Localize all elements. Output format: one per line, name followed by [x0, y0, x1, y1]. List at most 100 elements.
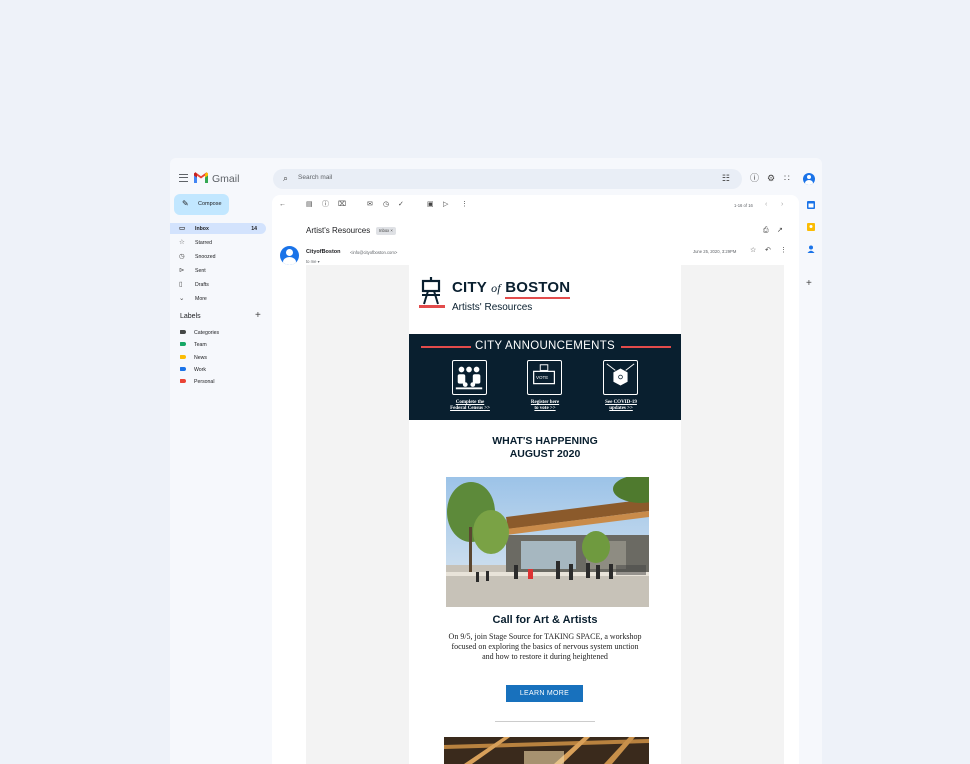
- sidebar-item-label: Sent: [195, 268, 206, 274]
- print-icon[interactable]: ⎙: [763, 227, 769, 235]
- announcements-banner: CITY ANNOUNCEMENTS VOTE Complete the Fed…: [409, 334, 681, 420]
- whats-happening-heading: WHAT'S HAPPENING AUGUST 2020: [409, 435, 681, 461]
- label-name: Work: [194, 367, 207, 373]
- sidebar-item-snoozed[interactable]: ◷ Snoozed: [170, 251, 266, 262]
- add-addon-icon[interactable]: +: [806, 278, 812, 289]
- older-chevron-icon[interactable]: ›: [781, 201, 783, 209]
- link-line: Federal Census >>: [450, 406, 490, 411]
- more-vert-icon[interactable]: ⋮: [780, 247, 787, 255]
- label-name: Personal: [194, 379, 215, 385]
- title-city: CITY: [452, 279, 487, 296]
- register-vote-link[interactable]: Register here to vote >>: [515, 400, 575, 412]
- email-content: CITY of BOSTON Artists' Resources CITY A…: [409, 265, 681, 764]
- sidebar-item-label: Drafts: [195, 282, 209, 288]
- label-name: Team: [194, 342, 207, 348]
- city-of-boston-easel-icon: [419, 277, 445, 308]
- covid-box-icon[interactable]: [603, 360, 638, 395]
- unread-count: 14: [251, 226, 257, 232]
- back-arrow-icon[interactable]: ←: [279, 201, 286, 209]
- message-pane: ← ▤ ⓘ ⌧ ✉ ◷ ✓ ▣ ▷ ⋮ 1-16 of 16 ‹ › Artis…: [272, 195, 799, 764]
- label-tag-icon: [180, 367, 186, 371]
- sidebar-item-drafts[interactable]: ▯ Drafts: [170, 279, 266, 290]
- workshop-photo: [444, 737, 649, 764]
- inbox-label-chip[interactable]: Inbox ×: [376, 227, 396, 235]
- message-date: June 25, 2020, 3:29PM: [693, 249, 737, 254]
- snooze-icon[interactable]: ◷: [383, 201, 389, 209]
- link-line: See COVID-19: [605, 400, 637, 405]
- more-vert-icon[interactable]: ⋮: [461, 201, 468, 209]
- section-divider: [495, 721, 595, 722]
- calendar-icon[interactable]: [807, 201, 815, 209]
- move-to-icon[interactable]: ▣: [427, 201, 434, 209]
- heading-line: WHAT'S HAPPENING: [492, 435, 598, 447]
- vote-badge: VOTE: [536, 375, 549, 380]
- apps-grid-icon[interactable]: ∷: [784, 173, 790, 183]
- recipient-details[interactable]: to me ▾: [306, 259, 320, 264]
- search-options-icon[interactable]: ☷: [722, 173, 730, 184]
- call-for-art-description: On 9/5, join Stage Source for TAKING SPA…: [448, 632, 642, 661]
- census-people-icon[interactable]: [452, 360, 487, 395]
- learn-more-button[interactable]: LEARN MORE: [506, 685, 583, 702]
- compose-button[interactable]: ✎ Compose: [174, 194, 229, 215]
- label-tag-icon: [180, 379, 186, 383]
- keep-icon[interactable]: [807, 223, 815, 231]
- city-of-boston-title: CITY of BOSTON: [452, 279, 571, 299]
- chevron-down-icon: ⌄: [179, 295, 185, 302]
- census-link[interactable]: Complete the Federal Census >>: [440, 400, 500, 412]
- message-subject: Artist's Resources: [306, 226, 371, 235]
- search-input[interactable]: Search mail: [298, 174, 332, 181]
- link-line: Complete the: [455, 400, 485, 405]
- sender-email: <info@cityofboston.com>: [350, 250, 398, 255]
- title-of: of: [491, 281, 501, 295]
- sidebar-item-sent[interactable]: ⊳ Sent: [170, 265, 266, 276]
- archive-icon[interactable]: ▤: [306, 201, 313, 209]
- call-for-art-title: Call for Art & Artists: [492, 614, 598, 626]
- star-icon[interactable]: ☆: [750, 247, 756, 255]
- search-icon[interactable]: ⌕: [283, 173, 288, 184]
- app-brand: Gmail: [212, 173, 240, 185]
- sidebar-item-more[interactable]: ⌄ More: [170, 293, 266, 304]
- sender-avatar[interactable]: [280, 246, 299, 265]
- delete-icon[interactable]: ⌧: [338, 201, 346, 209]
- link-line: to vote >>: [534, 406, 556, 411]
- label-name: News: [194, 355, 207, 361]
- draft-icon: ▯: [179, 281, 183, 288]
- label-icon[interactable]: ▷: [443, 201, 448, 209]
- help-icon[interactable]: ⓘ: [750, 173, 759, 183]
- sidebar-item-inbox[interactable]: ▭ Inbox 14: [170, 223, 266, 234]
- labels-header: Labels: [180, 313, 201, 320]
- announcements-title: CITY ANNOUNCEMENTS: [474, 340, 615, 352]
- reply-icon[interactable]: ↶: [765, 247, 771, 255]
- inbox-icon: ▭: [179, 225, 186, 232]
- report-spam-icon[interactable]: ⓘ: [322, 201, 329, 209]
- link-line: Register here: [530, 400, 560, 405]
- sidebar-item-starred[interactable]: ☆ Starred: [170, 237, 266, 248]
- main-menu-icon[interactable]: [179, 174, 188, 182]
- title-boston: BOSTON: [505, 279, 571, 299]
- search-bar[interactable]: ⌕ Search mail ☷: [273, 169, 742, 189]
- open-new-window-icon[interactable]: ↗: [777, 227, 783, 235]
- link-line: updates >>: [609, 406, 633, 411]
- sidebar-item-label: More: [195, 296, 207, 302]
- contacts-icon[interactable]: [807, 245, 815, 253]
- sidebar-item-label: Snoozed: [195, 254, 216, 260]
- account-avatar[interactable]: [803, 173, 815, 185]
- heading-line: AUGUST 2020: [509, 448, 581, 460]
- newer-chevron-icon[interactable]: ‹: [765, 201, 767, 209]
- add-label-icon[interactable]: +: [255, 310, 261, 321]
- mark-unread-icon[interactable]: ✉: [367, 201, 373, 209]
- covid-updates-link[interactable]: See COVID-19 updates >>: [591, 400, 651, 412]
- ballot-box-icon[interactable]: VOTE: [527, 360, 562, 395]
- clock-icon: ◷: [179, 253, 185, 260]
- label-tag-icon: [180, 355, 186, 359]
- gmail-logo-icon[interactable]: [194, 172, 208, 183]
- label-tag-icon: [180, 330, 186, 334]
- settings-gear-icon[interactable]: ⚙: [767, 173, 775, 183]
- gmail-window: Gmail ⌕ Search mail ☷ ⓘ ⚙ ∷ ✎ Compose ▭ …: [170, 158, 822, 764]
- add-task-icon[interactable]: ✓: [398, 201, 404, 209]
- sender-name[interactable]: CityofBoston: [306, 249, 341, 255]
- plaza-photo: [446, 477, 649, 607]
- star-icon: ☆: [179, 239, 185, 246]
- send-icon: ⊳: [179, 267, 185, 274]
- pencil-icon: ✎: [182, 199, 189, 208]
